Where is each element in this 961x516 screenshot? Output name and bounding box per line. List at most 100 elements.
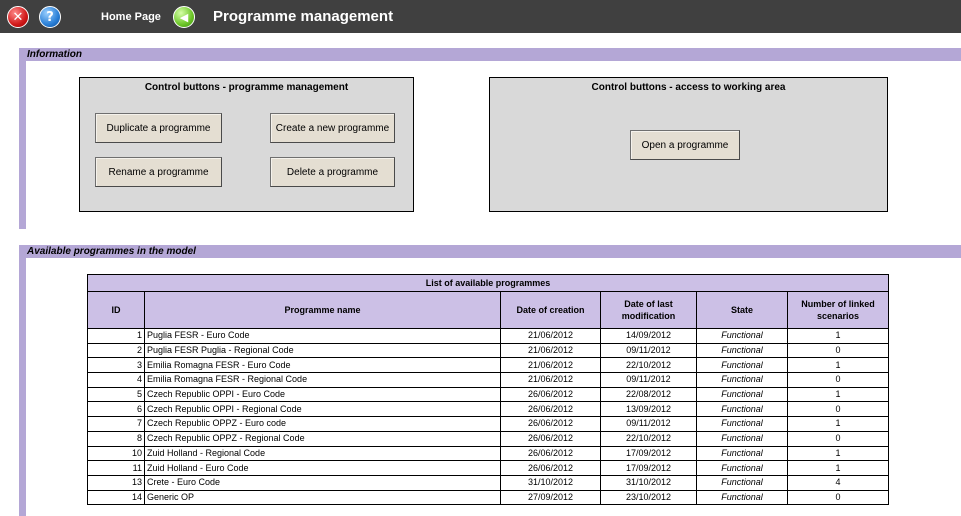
table-row[interactable]: 5 Czech Republic OPPI - Euro Code 26/06/20… xyxy=(87,386,890,403)
duplicate-programme-button[interactable]: Duplicate a programme xyxy=(95,113,222,143)
table-row[interactable]: 10 Zuid Holland - Regional Code 26/06/2012… xyxy=(87,445,890,462)
programme-management-panel: Control buttons - programme management D… xyxy=(79,77,414,212)
top-header-bar: ✕ ? Home Page ◀ Programme management xyxy=(0,0,961,33)
row-state: Functional xyxy=(696,445,788,462)
row-state: Functional xyxy=(696,328,788,344)
row-programme-name: Emilia Romagna FESR - Euro Code xyxy=(144,357,501,374)
row-programme-name: Czech Republic OPPI - Regional Code xyxy=(144,401,501,418)
row-programme-name: Crete - Euro Code xyxy=(144,474,501,491)
column-header-linked-scenarios: Number of linked scenarios xyxy=(786,291,890,329)
programme-management-panel-title: Control buttons - programme management xyxy=(144,82,349,93)
table-row[interactable]: 6 Czech Republic OPPI - Regional Code 26/0… xyxy=(87,401,890,418)
row-date-of-creation: 26/06/2012 xyxy=(500,416,601,432)
delete-programme-button[interactable]: Delete a programme xyxy=(270,157,395,187)
row-programme-name: Czech Republic OPPZ - Regional Code xyxy=(144,430,501,447)
table-row[interactable]: 11 Zuid Holland - Euro Code 26/06/2012 17/0… xyxy=(87,460,890,476)
information-section-border xyxy=(19,48,26,229)
row-date-of-last-modification: 09/11/2012 xyxy=(600,342,697,359)
programmes-section-label: Available programmes in the model xyxy=(27,246,196,257)
row-programme-name: Zuid Holland - Euro Code xyxy=(144,460,501,476)
row-state: Functional xyxy=(696,430,788,447)
row-date-of-last-modification: 13/09/2012 xyxy=(600,401,697,418)
row-date-of-last-modification: 22/10/2012 xyxy=(600,430,697,447)
row-linked-scenarios: 0 xyxy=(786,342,890,359)
row-date-of-last-modification: 09/11/2012 xyxy=(600,416,697,432)
row-id: 6 xyxy=(87,401,145,418)
row-linked-scenarios: 1 xyxy=(786,460,890,476)
row-linked-scenarios: 0 xyxy=(786,372,890,388)
row-date-of-creation: 26/06/2012 xyxy=(500,460,601,476)
row-state: Functional xyxy=(696,489,788,506)
table-row[interactable]: 7 Czech Republic OPPZ - Euro code 26/06/20… xyxy=(87,416,890,432)
row-programme-name: Zuid Holland - Regional Code xyxy=(144,445,501,462)
row-linked-scenarios: 0 xyxy=(786,489,890,506)
row-date-of-creation: 21/06/2012 xyxy=(500,342,601,359)
table-row[interactable]: 4 Emilia Romagna FESR - Regional Code 21/0… xyxy=(87,372,890,388)
row-date-of-last-modification: 17/09/2012 xyxy=(600,445,697,462)
rename-programme-button[interactable]: Rename a programme xyxy=(95,157,222,187)
table-row[interactable]: 14 Generic OP 27/09/2012 23/10/2012 Function… xyxy=(87,489,890,506)
row-state: Functional xyxy=(696,386,788,403)
row-programme-name: Puglia FESR - Euro Code xyxy=(144,328,501,344)
programmes-section-border xyxy=(19,245,26,516)
row-id: 8 xyxy=(87,430,145,447)
row-date-of-last-modification: 22/10/2012 xyxy=(600,357,697,374)
table-header-row: ID Programme name Date of creation Date of … xyxy=(87,291,890,329)
row-id: 7 xyxy=(87,416,145,432)
row-state: Functional xyxy=(696,357,788,374)
row-state: Functional xyxy=(696,416,788,432)
row-linked-scenarios: 4 xyxy=(786,474,890,491)
close-icon[interactable]: ✕ xyxy=(7,6,29,28)
row-linked-scenarios: 1 xyxy=(786,328,890,344)
working-area-access-panel-title: Control buttons - access to working area xyxy=(591,82,786,93)
row-id: 2 xyxy=(87,342,145,359)
row-state: Functional xyxy=(696,460,788,476)
row-date-of-last-modification: 09/11/2012 xyxy=(600,372,697,388)
table-row[interactable]: 13 Crete - Euro Code 31/10/2012 31/10/2012 F… xyxy=(87,474,890,491)
help-icon[interactable]: ? xyxy=(39,6,61,28)
table-body: 1 Puglia FESR - Euro Code 21/06/2012 14/09/… xyxy=(87,328,890,506)
row-state: Functional xyxy=(696,474,788,491)
row-id: 13 xyxy=(87,474,145,491)
row-date-of-creation: 26/06/2012 xyxy=(500,401,601,418)
column-header-id: ID xyxy=(87,291,145,329)
information-section-bar xyxy=(19,48,961,61)
open-programme-button[interactable]: Open a programme xyxy=(630,130,740,160)
row-id: 5 xyxy=(87,386,145,403)
column-header-programme-name: Programme name xyxy=(144,291,501,329)
row-date-of-last-modification: 31/10/2012 xyxy=(600,474,697,491)
column-header-date-of-creation: Date of creation xyxy=(500,291,601,329)
row-programme-name: Puglia FESR Puglia - Regional Code xyxy=(144,342,501,359)
information-section-label: Information xyxy=(27,49,82,60)
row-id: 10 xyxy=(87,445,145,462)
row-state: Functional xyxy=(696,401,788,418)
row-date-of-creation: 31/10/2012 xyxy=(500,474,601,491)
home-page-link[interactable]: Home Page xyxy=(101,11,161,23)
table-row[interactable]: 2 Puglia FESR Puglia - Regional Code 21/06… xyxy=(87,342,890,359)
table-row[interactable]: 8 Czech Republic OPPZ - Regional Code 26/0… xyxy=(87,430,890,447)
row-date-of-creation: 26/06/2012 xyxy=(500,386,601,403)
programmes-table: List of available programmes ID Programme… xyxy=(86,274,890,506)
row-date-of-creation: 21/06/2012 xyxy=(500,372,601,388)
row-date-of-creation: 27/09/2012 xyxy=(500,489,601,506)
table-row[interactable]: 3 Emilia Romagna FESR - Euro Code 21/06/20… xyxy=(87,357,890,374)
row-date-of-creation: 26/06/2012 xyxy=(500,430,601,447)
row-id: 1 xyxy=(87,328,145,344)
row-date-of-last-modification: 22/08/2012 xyxy=(600,386,697,403)
row-programme-name: Emilia Romagna FESR - Regional Code xyxy=(144,372,501,388)
row-state: Functional xyxy=(696,372,788,388)
row-id: 11 xyxy=(87,460,145,476)
row-date-of-last-modification: 17/09/2012 xyxy=(600,460,697,476)
row-programme-name: Czech Republic OPPZ - Euro code xyxy=(144,416,501,432)
back-arrow-icon[interactable]: ◀ xyxy=(173,6,195,28)
table-caption: List of available programmes xyxy=(86,274,890,292)
create-programme-button[interactable]: Create a new programme xyxy=(270,113,395,143)
row-programme-name: Generic OP xyxy=(144,489,501,506)
row-id: 14 xyxy=(87,489,145,506)
column-header-state: State xyxy=(696,291,788,329)
page-title: Programme management xyxy=(213,8,394,25)
table-row[interactable]: 1 Puglia FESR - Euro Code 21/06/2012 14/09/… xyxy=(87,328,890,344)
row-date-of-creation: 21/06/2012 xyxy=(500,328,601,344)
row-programme-name: Czech Republic OPPI - Euro Code xyxy=(144,386,501,403)
row-id: 4 xyxy=(87,372,145,388)
